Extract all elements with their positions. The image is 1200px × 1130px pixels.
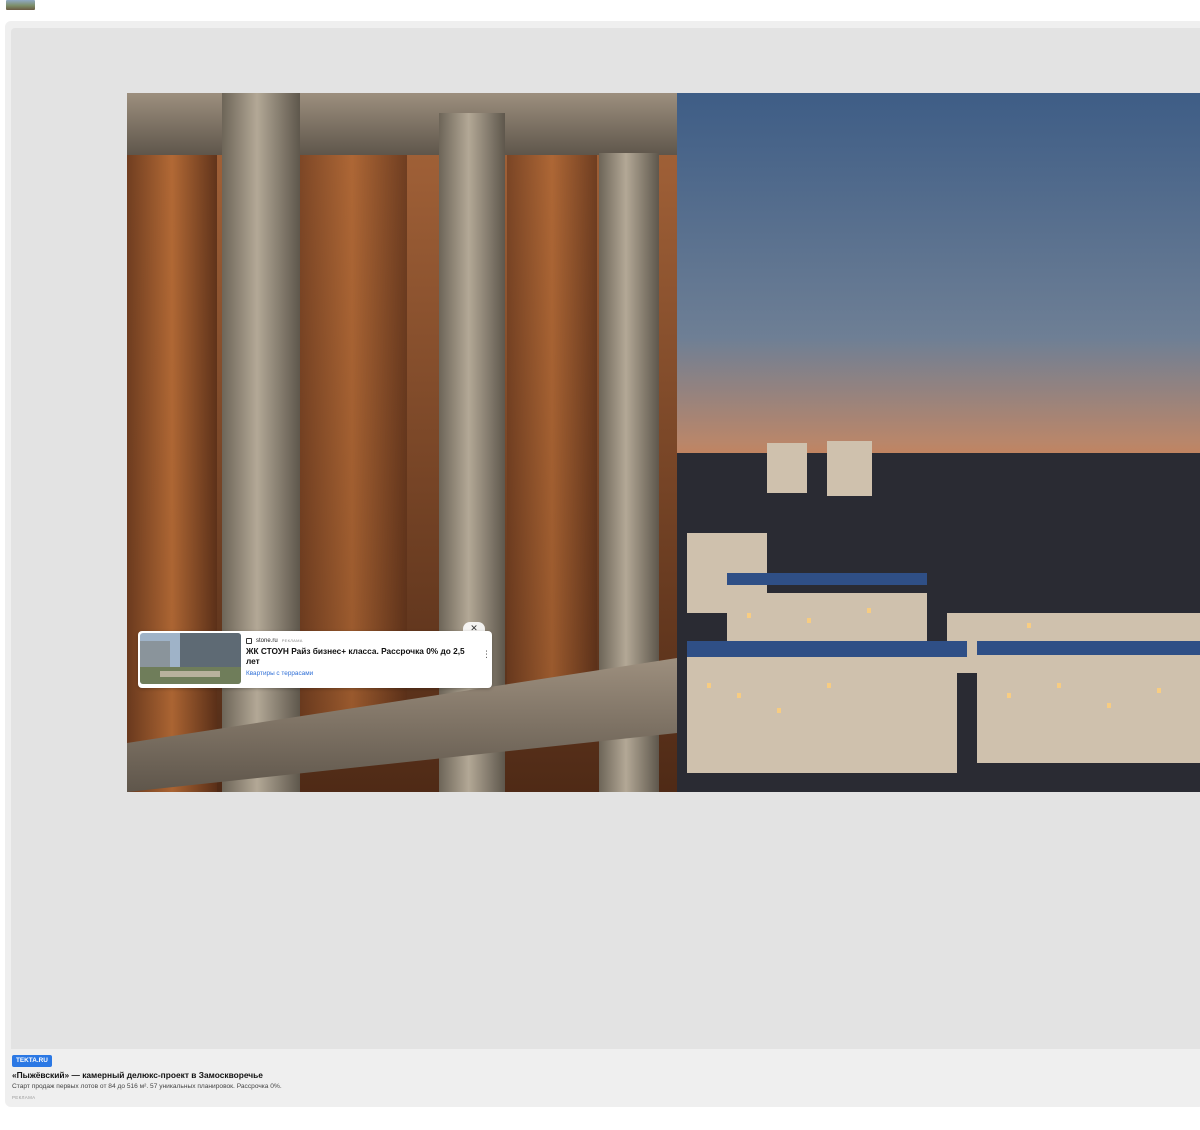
site-thumbnail-icon[interactable] bbox=[6, 0, 35, 10]
source-badge[interactable]: TEKTA.RU bbox=[12, 1055, 52, 1067]
overlay-ad[interactable]: stone.ru РЕКЛАМА ЖК СТОУН Райз бизнес+ к… bbox=[138, 631, 492, 688]
card-description: Старт продаж первых лотов от 84 до 516 м… bbox=[12, 1083, 282, 1090]
ad-domain-row: stone.ru РЕКЛАМА bbox=[246, 636, 303, 645]
ad-link[interactable]: Квартиры с террасами bbox=[246, 670, 313, 677]
more-menu-icon[interactable]: ⋮ bbox=[482, 650, 491, 659]
ad-label: РЕКЛАМА bbox=[281, 638, 303, 643]
card-title[interactable]: «Пыжёвский» — камерный делюкс-проект в З… bbox=[12, 1070, 263, 1080]
domain-favicon-icon bbox=[246, 637, 252, 644]
ad-thumbnail[interactable] bbox=[140, 633, 241, 684]
ad-title[interactable]: ЖК СТОУН Райз бизнес+ класса. Рассрочка … bbox=[246, 646, 478, 666]
media-area[interactable] bbox=[11, 28, 1200, 1049]
ad-domain: stone.ru bbox=[256, 637, 278, 644]
ad-label: РЕКЛАМА bbox=[12, 1095, 36, 1100]
top-bar bbox=[0, 0, 1200, 14]
